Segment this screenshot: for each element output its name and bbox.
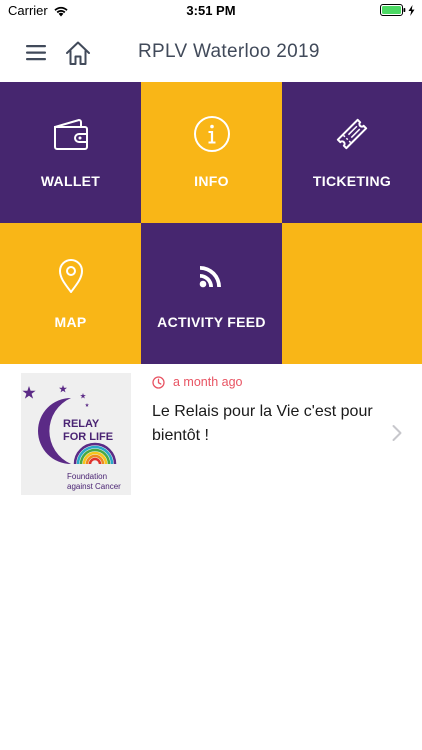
relay-for-life-logo: RELAY FOR LIFE Foundation against Cancer [21, 373, 131, 495]
wallet-icon [53, 119, 88, 150]
chevron-right-icon [392, 425, 402, 441]
menu-grid: WALLET INFO TICKETING MAP ACTIVITY FEED [0, 82, 422, 364]
home-icon[interactable] [64, 39, 92, 67]
rss-feed-icon [199, 266, 221, 288]
info-icon [193, 116, 230, 152]
tile-label: INFO [194, 173, 229, 189]
feed-item-meta: a month ago [152, 375, 243, 389]
status-time: 3:51 PM [186, 3, 236, 18]
tile-info[interactable]: INFO [141, 82, 282, 223]
page-title: RPLV Waterloo 2019 [138, 41, 320, 62]
tile-activity-feed[interactable]: ACTIVITY FEED [141, 223, 282, 364]
tile-label: TICKETING [312, 173, 392, 189]
map-pin-icon [58, 259, 83, 293]
tile-label: ACTIVITY FEED [157, 314, 266, 330]
tile-map[interactable]: MAP [0, 223, 141, 364]
battery-icon [380, 4, 406, 16]
logo-text-foundation: Foundation [67, 472, 107, 481]
feed-item-time: a month ago [173, 375, 243, 389]
charging-bolt-icon [408, 4, 415, 16]
clock-icon [152, 375, 165, 389]
activity-feed-list: RELAY FOR LIFE Foundation against Cancer… [0, 363, 422, 503]
hamburger-menu-icon[interactable] [26, 43, 48, 63]
logo-text-for-life: FOR LIFE [63, 431, 113, 443]
battery-group [380, 4, 415, 16]
ticket-icon [336, 118, 368, 150]
tile-wallet[interactable]: WALLET [0, 82, 141, 223]
logo-text-against-cancer: against Cancer [67, 482, 121, 491]
status-bar: Carrier 3:51 PM [0, 0, 422, 22]
logo-text-relay: RELAY [63, 418, 100, 430]
feed-item[interactable]: RELAY FOR LIFE Foundation against Cancer… [0, 363, 422, 503]
feed-item-headline: Le Relais pour la Vie c'est pour bientôt… [152, 403, 373, 444]
tile-empty [282, 223, 422, 364]
tile-ticketing[interactable]: TICKETING [282, 82, 422, 223]
nav-bar: RPLV Waterloo 2019 [0, 22, 422, 83]
tile-label: WALLET [40, 173, 101, 189]
tile-label: MAP [54, 314, 87, 330]
